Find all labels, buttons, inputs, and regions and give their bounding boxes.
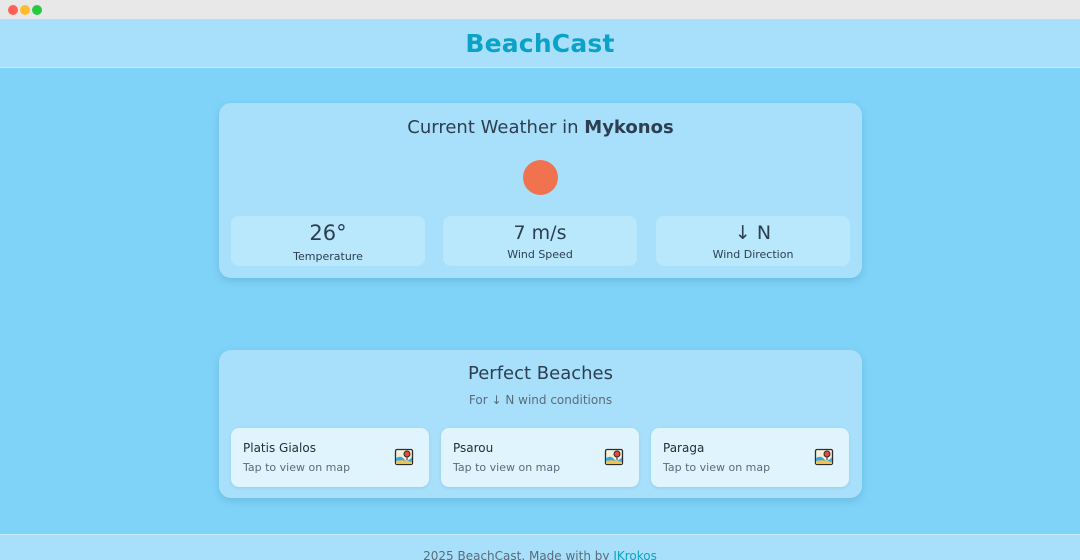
beach-card-psarou[interactable]: Psarou Tap to view on map xyxy=(441,428,639,487)
app-header: BeachCast xyxy=(0,20,1080,68)
temperature-stat: 26° Temperature xyxy=(231,216,425,266)
window-titlebar xyxy=(0,0,1080,20)
map-icon xyxy=(814,448,834,466)
weather-title: Current Weather in Mykonos xyxy=(219,117,862,138)
wind-direction-stat: ↓ N Wind Direction xyxy=(656,216,850,266)
wind-direction-value: ↓ N xyxy=(734,222,772,244)
wind-speed-value: 7 m/s xyxy=(513,222,567,244)
beaches-subtitle: For ↓ N wind conditions xyxy=(468,393,613,407)
beach-name: Psarou xyxy=(453,441,494,455)
footer-text: 2025 BeachCast. Made with by xyxy=(423,549,610,560)
beach-name: Paraga xyxy=(663,441,705,455)
footer-text-row: 2025 BeachCast. Made with by JKrokos xyxy=(0,549,1080,560)
current-weather-card: Current Weather in Mykonos 26° Temperatu… xyxy=(219,103,862,278)
wind-direction-label: Wind Direction xyxy=(712,248,794,261)
beach-hint: Tap to view on map xyxy=(243,461,351,474)
temperature-value: 26° xyxy=(309,221,347,245)
sun-icon xyxy=(523,160,558,195)
location-name: Mykonos xyxy=(584,117,674,138)
minimize-window-button[interactable] xyxy=(20,5,30,15)
beach-card-paraga[interactable]: Paraga Tap to view on map xyxy=(651,428,849,487)
author-link[interactable]: JKrokos xyxy=(613,549,657,560)
wind-speed-label: Wind Speed xyxy=(507,248,573,261)
zoom-window-button[interactable] xyxy=(32,5,42,15)
weather-title-prefix: Current Weather in xyxy=(407,117,579,138)
perfect-beaches-card: Perfect Beaches For ↓ N wind conditions … xyxy=(219,350,862,498)
close-window-button[interactable] xyxy=(8,5,18,15)
map-icon xyxy=(394,448,414,466)
beach-hint: Tap to view on map xyxy=(453,461,561,474)
beaches-title: Perfect Beaches xyxy=(468,363,613,384)
map-icon xyxy=(604,448,624,466)
temperature-label: Temperature xyxy=(293,250,363,263)
beach-name: Platis Gialos xyxy=(243,441,316,455)
app-footer: 2025 BeachCast. Made with by JKrokos xyxy=(0,534,1080,560)
beach-card-platis-gialos[interactable]: Platis Gialos Tap to view on map xyxy=(231,428,429,487)
app-title: BeachCast xyxy=(465,29,615,58)
wind-speed-stat: 7 m/s Wind Speed xyxy=(443,216,637,266)
beach-hint: Tap to view on map xyxy=(663,461,771,474)
